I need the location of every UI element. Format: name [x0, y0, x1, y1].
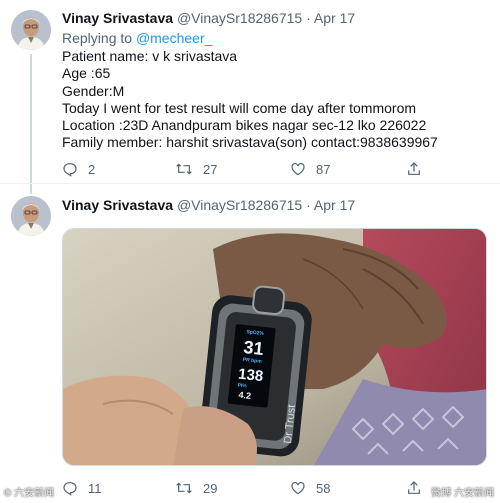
- tweet-line: Location :23D Anandpuram bikes nagar sec…: [62, 117, 427, 134]
- watermark-right: 微博 六安新闻: [431, 488, 494, 499]
- separator-dot: ·: [306, 197, 311, 213]
- retweet-icon: [176, 482, 192, 494]
- retweet-button[interactable]: 29: [175, 480, 217, 496]
- reply-icon: [63, 482, 77, 496]
- tweet-date[interactable]: Apr 17: [314, 197, 355, 213]
- replying-handle[interactable]: @mecheer_: [136, 30, 212, 46]
- author-name[interactable]: Vinay Srivastava: [62, 197, 173, 213]
- tweet-line: Patient name: v k srivastava: [62, 48, 238, 64]
- tweet-actions: 2 27 87: [62, 159, 422, 179]
- tweet-line: Age :65: [62, 65, 111, 82]
- like-button[interactable]: 87: [290, 161, 330, 177]
- thread-line: [30, 54, 32, 194]
- pulse-oximeter-photo: SpO2% 31 PR bpm 138 PI% 4.2 Dr Trust: [63, 229, 486, 465]
- replying-to: Replying to @mecheer_: [62, 30, 212, 47]
- watermark-left: © 六安新闻: [4, 488, 55, 499]
- tweet-photo[interactable]: SpO2% 31 PR bpm 138 PI% 4.2 Dr Trust: [62, 228, 487, 466]
- tweet-line: Family member: harshit srivastava(son) c…: [62, 134, 438, 151]
- retweet-count: 29: [203, 480, 218, 496]
- retweet-icon: [176, 163, 192, 175]
- reply-button[interactable]: 11: [62, 480, 102, 496]
- share-icon: [408, 481, 420, 494]
- reply-button[interactable]: 2: [62, 161, 95, 177]
- like-button[interactable]: 58: [290, 480, 330, 496]
- like-icon: [291, 481, 305, 495]
- retweet-button[interactable]: 27: [175, 161, 217, 177]
- reply-icon: [63, 163, 77, 177]
- tweet-text: Patient name: v k srivastava Age :65 Gen…: [62, 48, 438, 152]
- pi-label: PI%: [237, 383, 247, 390]
- share-button[interactable]: [406, 480, 422, 496]
- author-handle[interactable]: @VinaySr18286715: [177, 197, 302, 213]
- replying-prefix: Replying to: [62, 30, 133, 46]
- author-name[interactable]: Vinay Srivastava: [62, 10, 173, 26]
- tweet-line: Gender:M: [62, 82, 125, 99]
- pi-value: 4.2: [238, 390, 251, 401]
- tweet-date[interactable]: Apr 17: [314, 10, 355, 26]
- avatar[interactable]: [11, 10, 51, 50]
- like-icon: [291, 162, 305, 176]
- avatar-image: [11, 196, 51, 236]
- author-handle[interactable]: @VinaySr18286715: [177, 10, 302, 26]
- tweet-line: Today I went for test result will come d…: [62, 99, 417, 116]
- retweet-count: 27: [203, 161, 218, 177]
- share-icon: [408, 162, 420, 175]
- reply-count: 2: [88, 161, 96, 177]
- avatar-image: [11, 10, 51, 50]
- reply-count: 11: [88, 480, 102, 496]
- avatar[interactable]: [11, 196, 51, 236]
- like-count: 58: [316, 480, 331, 496]
- tweet-actions: 11 29 58: [62, 478, 422, 498]
- spo2-value: 31: [243, 337, 265, 359]
- tweet-header: Vinay Srivastava @VinaySr18286715 · Apr …: [62, 197, 355, 214]
- like-count: 87: [316, 161, 331, 177]
- share-button[interactable]: [406, 161, 422, 177]
- tweet-header: Vinay Srivastava @VinaySr18286715 · Apr …: [62, 10, 355, 27]
- tweet-divider: [0, 183, 500, 184]
- separator-dot: ·: [306, 10, 311, 26]
